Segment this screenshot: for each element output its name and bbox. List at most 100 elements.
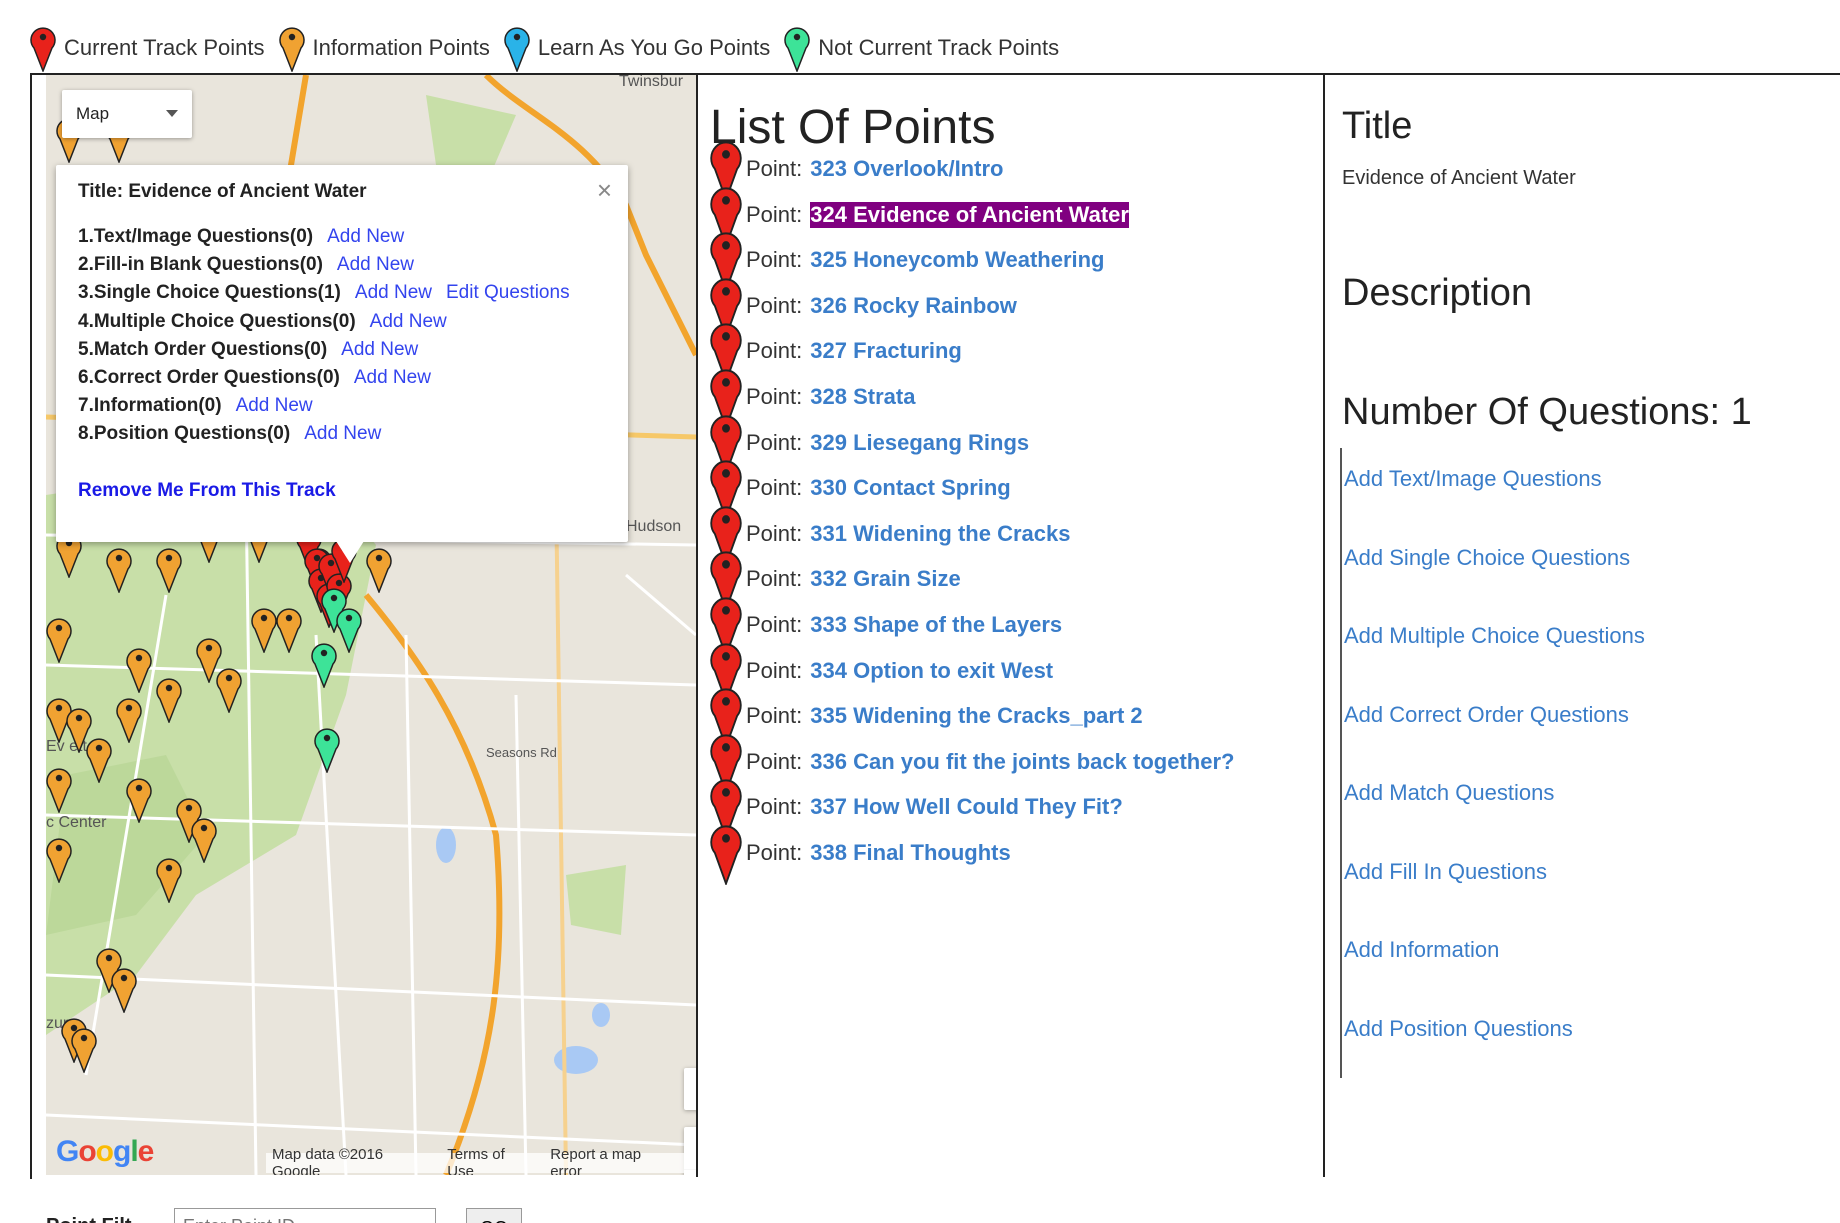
add-question-link[interactable]: Add Multiple Choice Questions — [1344, 623, 1645, 649]
legend-item: Not Current Track Points — [784, 24, 1059, 72]
edit-questions-link[interactable]: Edit Questions — [446, 282, 570, 304]
place-label: c Center — [46, 814, 107, 831]
close-icon[interactable]: × — [597, 175, 612, 206]
map-marker-icon[interactable] — [116, 695, 142, 745]
map-marker-icon[interactable] — [46, 835, 72, 885]
point-list-item: Point: 325 Honeycomb Weathering — [710, 232, 1105, 293]
map-marker-icon[interactable] — [111, 965, 137, 1015]
title-value: Evidence of Ancient Water — [1342, 167, 1576, 189]
info-window-tail — [336, 541, 364, 563]
point-link[interactable]: 338 Final Thoughts — [810, 840, 1010, 866]
add-new-link[interactable]: Add New — [236, 395, 313, 417]
add-question-link[interactable]: Add Correct Order Questions — [1344, 702, 1629, 728]
point-prefix: Point: — [746, 201, 803, 227]
description-heading: Description — [1342, 272, 1533, 314]
point-list-item: Point: 330 Contact Spring — [710, 460, 1011, 521]
map-divider — [696, 73, 698, 1177]
add-question-link[interactable]: Add Position Questions — [1344, 1016, 1573, 1042]
point-list-item: Point: 323 Overlook/Intro — [710, 141, 1003, 201]
point-link[interactable]: 334 Option to exit West — [810, 658, 1053, 684]
go-button[interactable]: GO — [466, 1208, 522, 1223]
point-prefix: Point: — [746, 657, 803, 683]
marker-info-window: Title: Evidence of Ancient Water × 1.Tex… — [56, 165, 628, 563]
point-link[interactable]: 332 Grain Size — [810, 566, 960, 592]
point-list-item: Point: 326 Rocky Rainbow — [710, 278, 1017, 338]
map-marker-icon — [278, 24, 305, 72]
map-marker-icon[interactable] — [366, 545, 392, 595]
point-link[interactable]: 327 Fracturing — [810, 338, 962, 364]
point-link[interactable]: 333 Shape of the Layers — [810, 612, 1062, 638]
map-marker-icon[interactable] — [276, 605, 302, 655]
map-type-select[interactable]: Map — [62, 90, 192, 138]
map-marker-icon[interactable] — [46, 615, 72, 665]
point-link[interactable]: 330 Contact Spring — [810, 475, 1010, 501]
point-list-item: Point: 334 Option to exit West — [710, 643, 1053, 703]
point-link[interactable]: 336 Can you fit the joints back together… — [810, 749, 1234, 775]
map-marker-icon[interactable] — [216, 665, 242, 715]
add-new-link[interactable]: Add New — [327, 226, 404, 248]
point-prefix: Point: — [746, 292, 803, 318]
point-link[interactable]: 325 Honeycomb Weathering — [810, 247, 1104, 273]
list-divider — [1323, 73, 1325, 1177]
question-type-row: 8.Position Questions(0) Add New — [78, 420, 570, 448]
map-marker-icon[interactable] — [191, 815, 217, 865]
map-marker-icon[interactable] — [251, 605, 277, 655]
add-new-link[interactable]: Add New — [354, 367, 431, 389]
terms-of-use-link[interactable]: Terms of Use — [447, 1146, 532, 1175]
point-link[interactable]: 323 Overlook/Intro — [810, 156, 1003, 182]
point-prefix: Point: — [746, 384, 803, 409]
legend-item: Information Points — [278, 24, 490, 72]
remove-from-track-link[interactable]: Remove Me From This Track — [78, 480, 336, 502]
point-link[interactable]: 324 Evidence of Ancient Water — [810, 201, 1129, 228]
point-prefix: Point: — [746, 566, 803, 592]
map-marker-icon[interactable] — [156, 855, 182, 905]
question-type-label: 8.Position Questions(0) — [78, 423, 291, 445]
map-marker-icon[interactable] — [336, 605, 362, 655]
question-count-heading: Number Of Questions: 1 — [1342, 391, 1752, 433]
map-marker-icon — [710, 821, 742, 885]
add-question-link[interactable]: Add Match Questions — [1344, 780, 1554, 806]
add-question-link[interactable]: Add Text/Image Questions — [1344, 466, 1602, 492]
map-marker-icon[interactable] — [311, 640, 337, 690]
map-marker-icon[interactable] — [126, 645, 152, 695]
point-link[interactable]: 337 How Well Could They Fit? — [810, 794, 1123, 820]
point-link[interactable]: 328 Strata — [810, 384, 915, 410]
map-footer: Map data ©2016 Google Terms of Use Repor… — [266, 1146, 696, 1175]
question-type-label: 3.Single Choice Questions(1) — [78, 282, 341, 304]
title-heading: Title — [1342, 105, 1413, 147]
map-marker-icon[interactable] — [86, 735, 112, 785]
map-marker-icon[interactable] — [106, 545, 132, 595]
map-marker-icon[interactable] — [314, 725, 340, 775]
street-view-pegman-icon[interactable] — [684, 1068, 696, 1110]
map-marker-icon[interactable] — [46, 765, 72, 815]
question-type-label: 6.Correct Order Questions(0) — [78, 367, 340, 389]
point-link[interactable]: 331 Widening the Cracks — [810, 521, 1070, 547]
point-link[interactable]: 326 Rocky Rainbow — [810, 293, 1017, 319]
map-marker-icon[interactable] — [71, 1025, 97, 1075]
point-link[interactable]: 335 Widening the Cracks_part 2 — [810, 703, 1142, 729]
add-question-link[interactable]: Add Fill In Questions — [1344, 859, 1547, 885]
point-id-input[interactable] — [174, 1208, 436, 1223]
question-type-label: 7.Information(0) — [78, 395, 222, 417]
point-prefix: Point: — [746, 703, 803, 729]
question-type-row: 2.Fill-in Blank Questions(0) Add New — [78, 251, 570, 279]
point-filter-label: Point Filt — [46, 1215, 132, 1223]
map-marker-icon — [784, 24, 810, 72]
legend-label: Information Points — [312, 35, 490, 60]
add-new-link[interactable]: Add New — [304, 423, 381, 445]
map-marker-icon[interactable] — [156, 675, 182, 725]
point-prefix: Point: — [746, 794, 803, 820]
map-marker-icon[interactable] — [126, 775, 152, 825]
point-prefix: Point: — [746, 612, 803, 637]
add-question-link[interactable]: Add Single Choice Questions — [1344, 545, 1630, 571]
point-link[interactable]: 329 Liesegang Rings — [810, 430, 1029, 456]
report-map-error-link[interactable]: Report a map error — [550, 1146, 672, 1175]
add-new-link[interactable]: Add New — [355, 282, 432, 304]
map-marker-icon[interactable] — [156, 545, 182, 595]
place-label: Seasons Rd — [486, 745, 557, 760]
add-new-link[interactable]: Add New — [337, 254, 414, 276]
add-question-link[interactable]: Add Information — [1344, 937, 1499, 963]
legend: Current Track Points Information Points Le… — [30, 22, 1073, 74]
add-new-link[interactable]: Add New — [341, 339, 418, 361]
add-new-link[interactable]: Add New — [370, 311, 447, 333]
